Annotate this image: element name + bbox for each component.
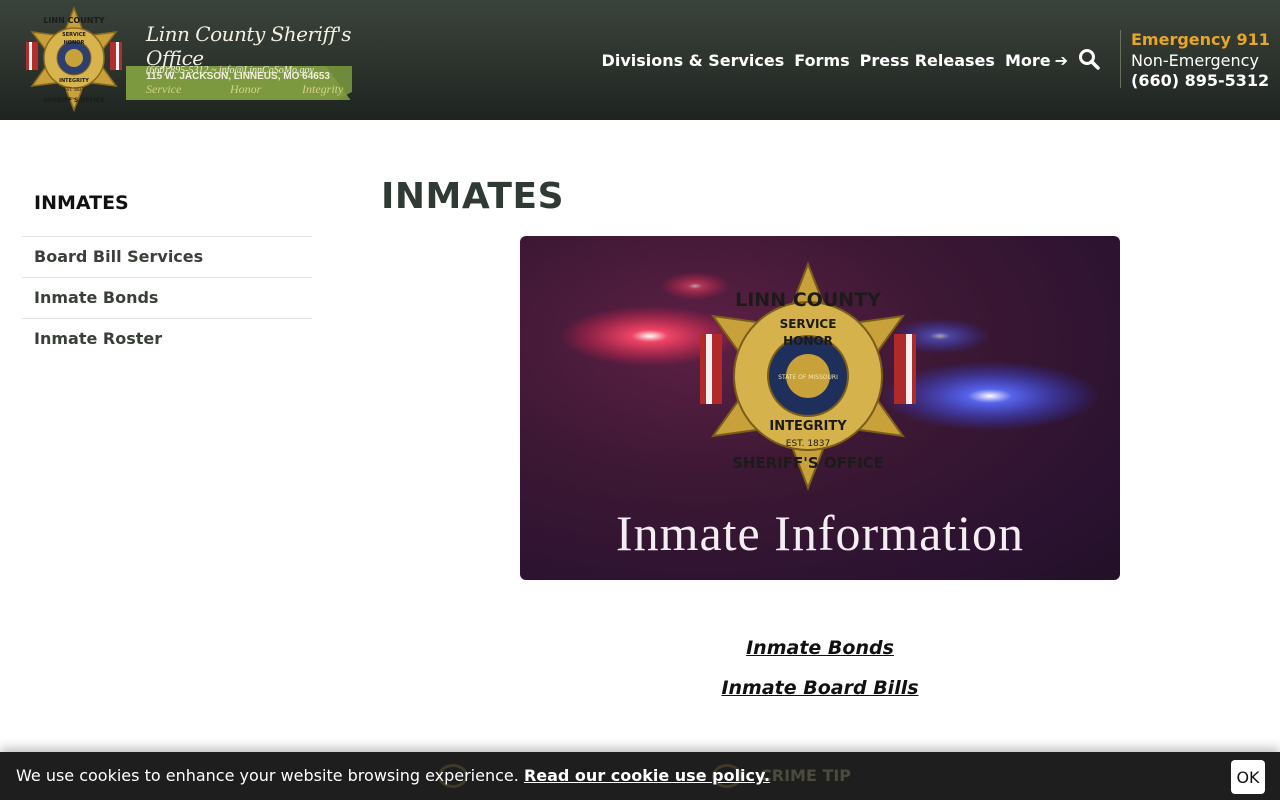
logo-text: Linn County Sheriff's Office 115 W. JACK… bbox=[146, 22, 354, 96]
cookie-message-text: We use cookies to enhance your website b… bbox=[16, 766, 519, 785]
logo-contact: (660) 895-5312 ~ info@LinnCoSoMo.gov bbox=[146, 62, 314, 80]
badge-text-ribbon3: INTEGRITY bbox=[59, 78, 89, 84]
arrow-right-icon: ➔ bbox=[1054, 50, 1068, 70]
hero-image: LINN COUNTY SERVICE HONOR STATE OF MISSO… bbox=[520, 236, 1120, 580]
crime-tip-behind: CRIME TIP bbox=[760, 766, 852, 785]
logo-motto-integrity: Integrity bbox=[302, 82, 344, 96]
nav-press-releases[interactable]: Press Releases bbox=[860, 51, 995, 70]
logo-motto-service: Service bbox=[146, 82, 182, 96]
main-nav: Divisions & Services Forms Press Release… bbox=[602, 48, 1102, 72]
search-button[interactable] bbox=[1078, 48, 1102, 72]
logo-phone: (660) 895-5312 bbox=[146, 65, 209, 76]
site-logo[interactable]: Linn County Sheriff's Office 115 W. JACK… bbox=[24, 6, 354, 112]
logo-email: info@LinnCoSoMo.gov bbox=[218, 65, 314, 76]
hero-badge-center: STATE OF MISSOURI bbox=[778, 374, 838, 381]
cookie-bar: CRIME TIP We use cookies to enhance your… bbox=[0, 752, 1280, 800]
hero-badge-top: LINN COUNTY bbox=[735, 289, 881, 311]
logo-contact-separator: ~ bbox=[211, 65, 217, 76]
badge-text-bottom: SHERIFF'S OFFICE bbox=[44, 97, 105, 104]
hero-badge-ribbon1: SERVICE bbox=[780, 317, 837, 331]
link-inmate-bonds[interactable]: Inmate Bonds bbox=[520, 628, 1120, 668]
badge-text-ribbon2: HONOR bbox=[64, 40, 85, 46]
header-contact: Emergency 911 Non-Emergency (660) 895-53… bbox=[1120, 30, 1270, 90]
hero-badge-est: EST. 1837 bbox=[786, 439, 830, 449]
hero-badge-bottom: SHERIFF'S OFFICE bbox=[732, 454, 884, 472]
non-emergency-number[interactable]: (660) 895-5312 bbox=[1131, 72, 1270, 90]
page-title: INMATES bbox=[381, 176, 564, 217]
nav-divisions-services[interactable]: Divisions & Services bbox=[602, 51, 785, 70]
sheriff-badge-icon: LINN COUNTY SERVICE HONOR INTEGRITY EST.… bbox=[26, 6, 122, 112]
sidebar-title: INMATES bbox=[22, 186, 312, 237]
badge-text-est: EST. 1837 bbox=[64, 87, 84, 92]
logo-motto-honor: Honor bbox=[230, 82, 262, 96]
cookie-message: We use cookies to enhance your website b… bbox=[16, 766, 770, 785]
nav-more[interactable]: More ➔ bbox=[1005, 51, 1068, 70]
sidebar-item-board-bill-services[interactable]: Board Bill Services bbox=[22, 237, 312, 278]
hero-caption: Inmate Information bbox=[615, 505, 1025, 561]
sidebar-item-inmate-bonds[interactable]: Inmate Bonds bbox=[22, 278, 312, 319]
cookie-policy-link[interactable]: Read our cookie use policy. bbox=[524, 766, 770, 785]
search-icon bbox=[1079, 49, 1100, 70]
badge-text-top: LINN COUNTY bbox=[43, 16, 105, 25]
main-links: Inmate Bonds Inmate Board Bills bbox=[520, 628, 1120, 708]
emergency-number[interactable]: Emergency 911 bbox=[1131, 30, 1270, 50]
badge-text-ribbon1: SERVICE bbox=[62, 32, 86, 38]
nav-forms[interactable]: Forms bbox=[794, 51, 849, 70]
non-emergency-label: Non-Emergency bbox=[1131, 51, 1259, 70]
cookie-ok-button[interactable]: OK bbox=[1231, 760, 1265, 794]
sidebar-item-inmate-roster[interactable]: Inmate Roster bbox=[22, 319, 312, 359]
site-header: Linn County Sheriff's Office 115 W. JACK… bbox=[0, 0, 1280, 120]
nav-more-label: More bbox=[1004, 50, 1051, 70]
sidebar: INMATES Board Bill Services Inmate Bonds… bbox=[22, 186, 312, 359]
hero-badge-icon: LINN COUNTY SERVICE HONOR STATE OF MISSO… bbox=[700, 261, 916, 491]
hero-badge-ribbon3: INTEGRITY bbox=[769, 419, 847, 434]
hero-badge-ribbon2: HONOR bbox=[783, 334, 833, 348]
link-inmate-board-bills[interactable]: Inmate Board Bills bbox=[520, 668, 1120, 708]
